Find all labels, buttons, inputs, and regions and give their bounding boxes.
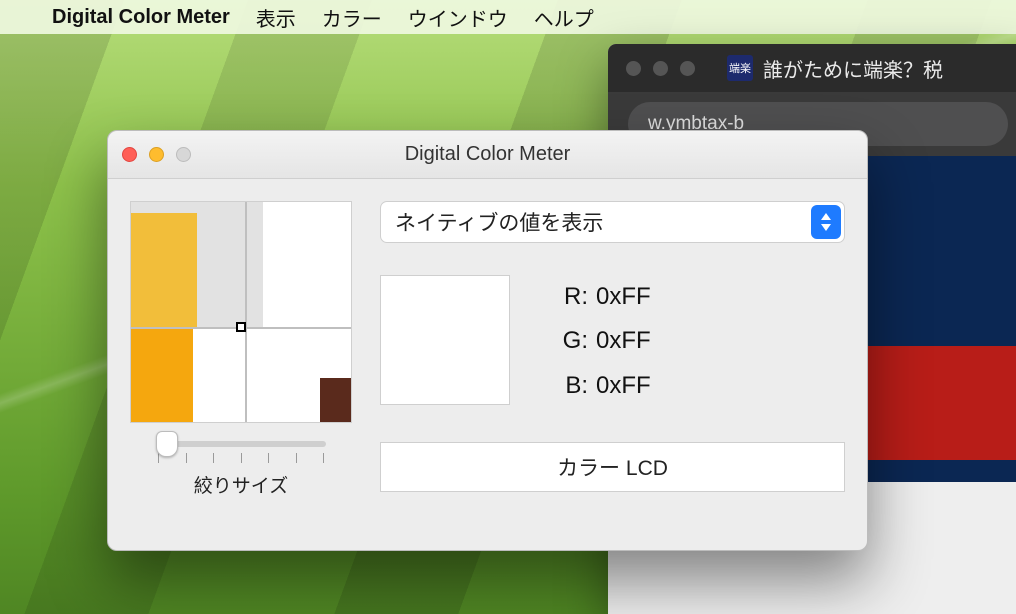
app-traffic-lights[interactable] [122,147,191,162]
color-swatch [380,275,510,405]
favicon-icon: 端楽 [727,55,753,81]
browser-traffic-lights[interactable] [626,61,695,76]
aperture-label: 絞りサイズ [156,471,326,498]
magnifier-pixel [131,213,197,327]
r-value: 0xFF [596,275,651,319]
menu-bar: Digital Color Meter 表示 カラー ウインドウ ヘルプ [0,0,1016,34]
color-profile-name: カラー LCD [557,452,668,482]
slider-track[interactable] [156,441,326,447]
r-label: R: [546,275,588,319]
menu-help[interactable]: ヘルプ [534,3,594,32]
color-readout: R: 0xFF G: 0xFF B: 0xFF [380,275,845,408]
app-body: 絞りサイズ ネイティブの値を表示 R: 0xFF [108,179,867,520]
slider-ticks [156,453,326,463]
left-column: 絞りサイズ [130,201,352,498]
aperture-slider[interactable]: 絞りサイズ [156,441,326,498]
b-label: B: [546,364,588,408]
rgb-values: R: 0xFF G: 0xFF B: 0xFF [546,275,651,408]
close-icon[interactable] [122,147,137,162]
magnifier-crosshair [245,202,247,422]
menu-app-name[interactable]: Digital Color Meter [52,6,230,29]
browser-titlebar[interactable]: 端楽 誰がために端楽？税 [608,44,1016,92]
dropdown-stepper-icon[interactable] [811,205,841,239]
magnifier-pixel [320,378,351,422]
magnifier-pixel [131,327,193,422]
browser-close-icon[interactable] [626,61,641,76]
color-meter-window: Digital Color Meter 絞りサイズ [107,130,868,551]
app-window-title: Digital Color Meter [405,143,571,166]
color-profile-box: カラー LCD [380,442,845,492]
g-label: G: [546,319,588,363]
display-mode-dropdown[interactable]: ネイティブの値を表示 [380,201,845,243]
browser-tab[interactable]: 端楽 誰がために端楽？税 [727,54,943,83]
display-mode-value: ネイティブの値を表示 [395,207,603,237]
browser-tab-title: 誰がために端楽？税 [763,54,943,83]
slider-thumb[interactable] [156,431,178,457]
browser-min-icon[interactable] [653,61,668,76]
minimize-icon[interactable] [149,147,164,162]
app-titlebar[interactable]: Digital Color Meter [108,131,867,179]
magnifier-view [130,201,352,423]
g-value: 0xFF [596,319,651,363]
aperture-marker [236,322,246,332]
b-value: 0xFF [596,364,651,408]
menu-color[interactable]: カラー [322,3,382,32]
maximize-icon[interactable] [176,147,191,162]
menu-view[interactable]: 表示 [256,3,296,32]
right-column: ネイティブの値を表示 R: 0xFF G: 0xFF [380,201,845,498]
menu-window[interactable]: ウインドウ [408,3,508,32]
browser-max-icon[interactable] [680,61,695,76]
